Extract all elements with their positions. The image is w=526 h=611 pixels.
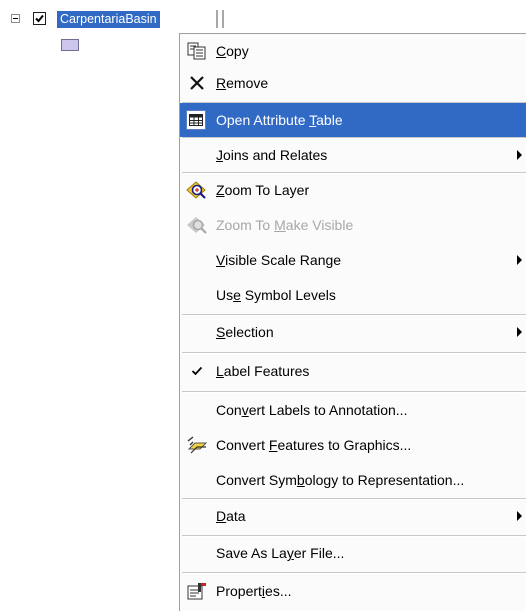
collapse-icon[interactable] xyxy=(11,14,20,23)
menu-item-label: Joins and Relates xyxy=(216,147,328,163)
table-icon xyxy=(186,110,206,130)
context-menu: Copy Remove Open Attribute Table Joins a… xyxy=(179,33,526,611)
checkmark-icon xyxy=(186,360,208,382)
submenu-arrow-icon xyxy=(517,255,522,265)
menu-item-label: Convert Labels to Annotation... xyxy=(216,402,408,418)
menu-item-label: Zoom To Make Visible xyxy=(216,217,354,233)
submenu-arrow-icon xyxy=(517,327,522,337)
properties-icon xyxy=(186,580,208,602)
menu-item-label: Convert Symbology to Representation... xyxy=(216,472,465,488)
layer-name[interactable]: CarpentariaBasin xyxy=(57,11,160,28)
zoom-visible-icon xyxy=(186,214,208,236)
menu-item-convert-labels-to-annotation[interactable]: Convert Labels to Annotation... xyxy=(180,393,526,427)
menu-item-label: Use Symbol Levels xyxy=(216,287,336,303)
menu-item-copy[interactable]: Copy xyxy=(180,34,526,68)
menu-item-label: Data xyxy=(216,508,246,524)
layer-visibility-checkbox[interactable] xyxy=(33,12,46,25)
menu-item-label: Selection xyxy=(216,324,274,340)
menu-item-open-attribute-table[interactable]: Open Attribute Table xyxy=(180,103,526,137)
convert-graphics-icon xyxy=(186,434,208,456)
menu-item-label: Save As Layer File... xyxy=(216,545,345,561)
remove-icon xyxy=(186,72,208,94)
menu-item-label: Properties... xyxy=(216,583,292,599)
menu-item-zoom-to-make-visible: Zoom To Make Visible xyxy=(180,208,526,242)
menu-item-label: Copy xyxy=(216,43,249,59)
menu-item-visible-scale-range[interactable]: Visible Scale Range xyxy=(180,243,526,277)
background-fragment xyxy=(222,10,224,28)
menu-item-selection[interactable]: Selection xyxy=(180,315,526,349)
menu-item-convert-features-to-graphics[interactable]: Convert Features to Graphics... xyxy=(180,428,526,462)
menu-item-joins-and-relates[interactable]: Joins and Relates xyxy=(180,138,526,172)
menu-item-remove[interactable]: Remove xyxy=(180,66,526,100)
menu-item-zoom-to-layer[interactable]: Zoom To Layer xyxy=(180,173,526,207)
menu-item-label: Convert Features to Graphics... xyxy=(216,437,412,453)
menu-item-label: Zoom To Layer xyxy=(216,182,310,198)
menu-item-use-symbol-levels[interactable]: Use Symbol Levels xyxy=(180,278,526,312)
menu-item-data[interactable]: Data xyxy=(180,499,526,533)
copy-icon xyxy=(186,40,208,62)
menu-item-convert-symbology-to-representation[interactable]: Convert Symbology to Representation... xyxy=(180,463,526,497)
menu-item-label: Label Features xyxy=(216,363,310,379)
submenu-arrow-icon xyxy=(517,511,522,521)
menu-item-label-features[interactable]: Label Features xyxy=(180,354,526,388)
submenu-arrow-icon xyxy=(517,150,522,160)
layer-symbol-swatch[interactable] xyxy=(61,39,79,51)
menu-item-label: Remove xyxy=(216,75,269,91)
menu-item-label: Visible Scale Range xyxy=(216,252,342,268)
zoom-to-layer-icon xyxy=(186,179,208,201)
background-fragment xyxy=(216,10,218,28)
menu-item-label: Open Attribute Table xyxy=(216,112,343,128)
menu-item-save-as-layer-file[interactable]: Save As Layer File... xyxy=(180,536,526,570)
menu-item-properties[interactable]: Properties... xyxy=(180,574,526,608)
